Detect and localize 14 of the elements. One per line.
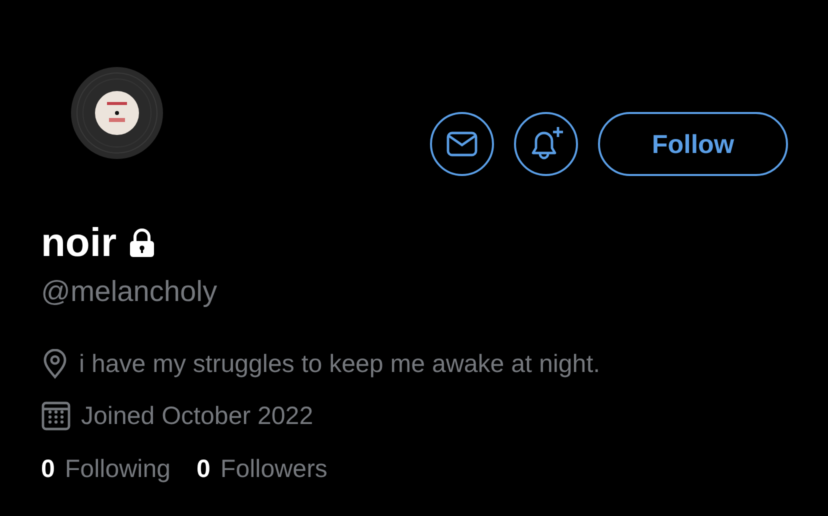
- message-button[interactable]: [430, 112, 494, 176]
- location-text: i have my struggles to keep me awake at night.: [79, 349, 600, 380]
- location-pin-icon: [41, 349, 69, 379]
- stat-label[interactable]: Followers: [220, 455, 328, 484]
- stat-count: 0: [41, 455, 55, 484]
- calendar-icon: [41, 401, 71, 431]
- envelope-icon: [446, 131, 478, 157]
- profile-handle: @melancholy: [41, 276, 218, 309]
- joined-date: Joined October 2022: [81, 401, 314, 432]
- profile-name: noir: [41, 220, 117, 266]
- stat-count: 0: [196, 455, 210, 484]
- follow-button[interactable]: Follow: [598, 112, 788, 176]
- stat-label[interactable]: Following: [64, 455, 171, 484]
- notify-button[interactable]: [514, 112, 578, 176]
